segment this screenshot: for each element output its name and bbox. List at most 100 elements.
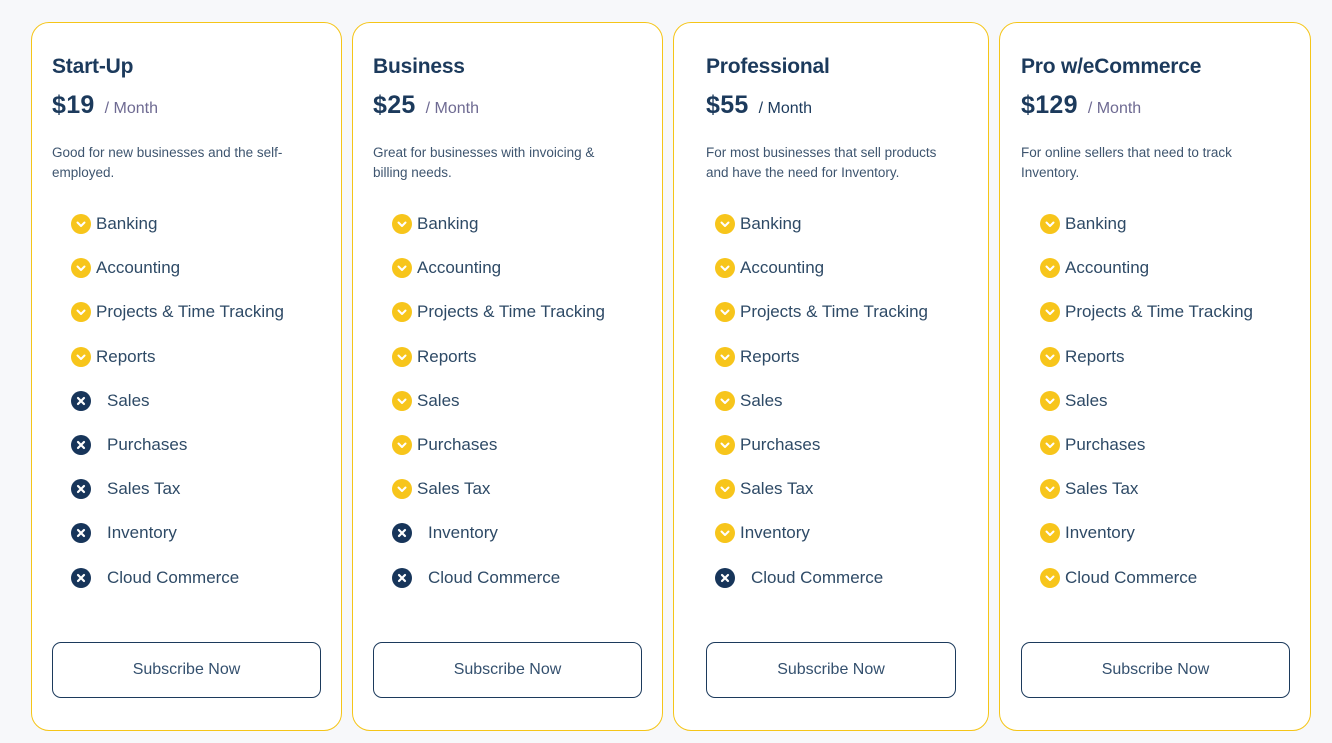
feature-label: Cloud Commerce [751, 567, 884, 587]
price-row: $55 / Month [706, 91, 812, 120]
feature-item: Inventory [373, 511, 605, 555]
feature-label: Cloud Commerce [428, 567, 561, 587]
feature-label: Cloud Commerce [1065, 567, 1198, 587]
feature-item: Reports [696, 335, 928, 379]
feature-list: Banking Accounting Projects & Time Trackin… [52, 202, 284, 600]
check-circle-icon [1040, 390, 1060, 411]
subscribe-now-button[interactable]: Subscribe Now [373, 642, 642, 698]
feature-item: Accounting [1021, 246, 1253, 290]
feature-label: Purchases [107, 435, 188, 455]
feature-label: Sales Tax [417, 479, 491, 499]
feature-item: Purchases [696, 423, 928, 467]
plan-period: / Month [1087, 100, 1142, 117]
feature-label: Sales [417, 390, 460, 410]
feature-item: Sales Tax [373, 467, 605, 511]
check-circle-icon [1040, 435, 1060, 456]
check-circle-icon [71, 302, 91, 323]
feature-label: Reports [1065, 346, 1125, 366]
feature-item: Sales [1021, 379, 1253, 423]
feature-item: Reports [373, 335, 605, 379]
plan-price: $19 [52, 91, 95, 119]
feature-item: Accounting [52, 246, 284, 290]
check-circle-icon [1040, 523, 1060, 544]
feature-item: Purchases [373, 423, 605, 467]
subscribe-now-button[interactable]: Subscribe Now [706, 642, 956, 698]
plan-card-professional: Professional $55 / Month For most busine… [673, 22, 989, 731]
feature-list: Banking Accounting Projects & Time Trackin… [1021, 202, 1253, 600]
feature-item: Purchases [1021, 423, 1253, 467]
feature-label: Banking [96, 214, 158, 234]
check-circle-icon [1040, 258, 1060, 279]
check-circle-icon [392, 390, 412, 411]
feature-item: Banking [373, 202, 605, 246]
check-circle-icon [392, 346, 412, 367]
subscribe-now-button[interactable]: Subscribe Now [52, 642, 321, 698]
feature-label: Banking [417, 214, 479, 234]
feature-label: Purchases [1065, 435, 1146, 455]
feature-label: Cloud Commerce [107, 567, 240, 587]
plan-title: Start-Up [52, 55, 134, 78]
feature-item: Projects & Time Tracking [1021, 290, 1253, 334]
feature-item: Inventory [1021, 511, 1253, 555]
x-circle-icon [71, 479, 91, 500]
feature-label: Reports [96, 346, 156, 366]
feature-list: Banking Accounting Projects & Time Trackin… [696, 202, 928, 600]
feature-item: Sales Tax [52, 467, 284, 511]
check-circle-icon [715, 390, 735, 411]
plan-card-pro-ecommerce: Pro w/eCommerce $129 / Month For online … [999, 22, 1311, 731]
feature-label: Sales Tax [1065, 479, 1139, 499]
plan-description: For most businesses that sell products a… [706, 145, 937, 180]
feature-label: Sales [740, 390, 783, 410]
plan-period: / Month [425, 100, 479, 117]
feature-item: Purchases [52, 423, 284, 467]
plan-title: Professional [706, 55, 830, 78]
plan-card-start-up: Start-Up $19 / Month Good for new busine… [31, 22, 342, 731]
plan-price: $129 [1021, 91, 1078, 119]
x-circle-icon [715, 567, 735, 588]
check-circle-icon [392, 435, 412, 456]
feature-label: Inventory [428, 523, 498, 543]
check-circle-icon [1040, 214, 1060, 235]
price-row: $129 / Month [1021, 91, 1141, 120]
feature-item: Inventory [52, 511, 284, 555]
feature-item: Reports [1021, 335, 1253, 379]
plan-title: Pro w/eCommerce [1021, 55, 1202, 78]
feature-item: Cloud Commerce [696, 556, 928, 600]
feature-item: Projects & Time Tracking [696, 290, 928, 334]
feature-item: Accounting [696, 246, 928, 290]
subscribe-now-button[interactable]: Subscribe Now [1021, 642, 1290, 698]
plan-description: Great for businesses with invoicing & bi… [373, 145, 595, 180]
check-circle-icon [715, 258, 735, 279]
plan-card-business: Business $25 / Month Great for businesse… [352, 22, 663, 731]
feature-item: Banking [1021, 202, 1253, 246]
plan-description: Good for new businesses and the self-emp… [52, 145, 283, 180]
feature-label: Projects & Time Tracking [417, 302, 606, 322]
feature-item: Cloud Commerce [52, 556, 284, 600]
feature-item: Accounting [373, 246, 605, 290]
plan-description: For online sellers that need to track In… [1021, 145, 1232, 180]
check-circle-icon [1040, 302, 1060, 323]
feature-label: Sales Tax [107, 479, 181, 499]
feature-label: Accounting [1065, 258, 1150, 278]
feature-label: Accounting [417, 258, 502, 278]
feature-label: Reports [740, 346, 800, 366]
feature-item: Sales Tax [1021, 467, 1253, 511]
check-circle-icon [1040, 346, 1060, 367]
check-circle-icon [1040, 479, 1060, 500]
feature-item: Reports [52, 335, 284, 379]
feature-list: Banking Accounting Projects & Time Trackin… [373, 202, 605, 600]
x-circle-icon [71, 435, 91, 456]
plan-period: / Month [758, 100, 812, 117]
check-circle-icon [71, 346, 91, 367]
feature-item: Sales [52, 379, 284, 423]
feature-label: Inventory [740, 523, 810, 543]
feature-label: Banking [1065, 214, 1127, 234]
feature-item: Projects & Time Tracking [373, 290, 605, 334]
feature-item: Cloud Commerce [373, 556, 605, 600]
check-circle-icon [392, 214, 412, 235]
plan-title: Business [373, 55, 465, 78]
feature-label: Purchases [740, 435, 821, 455]
feature-label: Projects & Time Tracking [740, 302, 929, 322]
feature-label: Accounting [740, 258, 825, 278]
feature-label: Purchases [417, 435, 498, 455]
